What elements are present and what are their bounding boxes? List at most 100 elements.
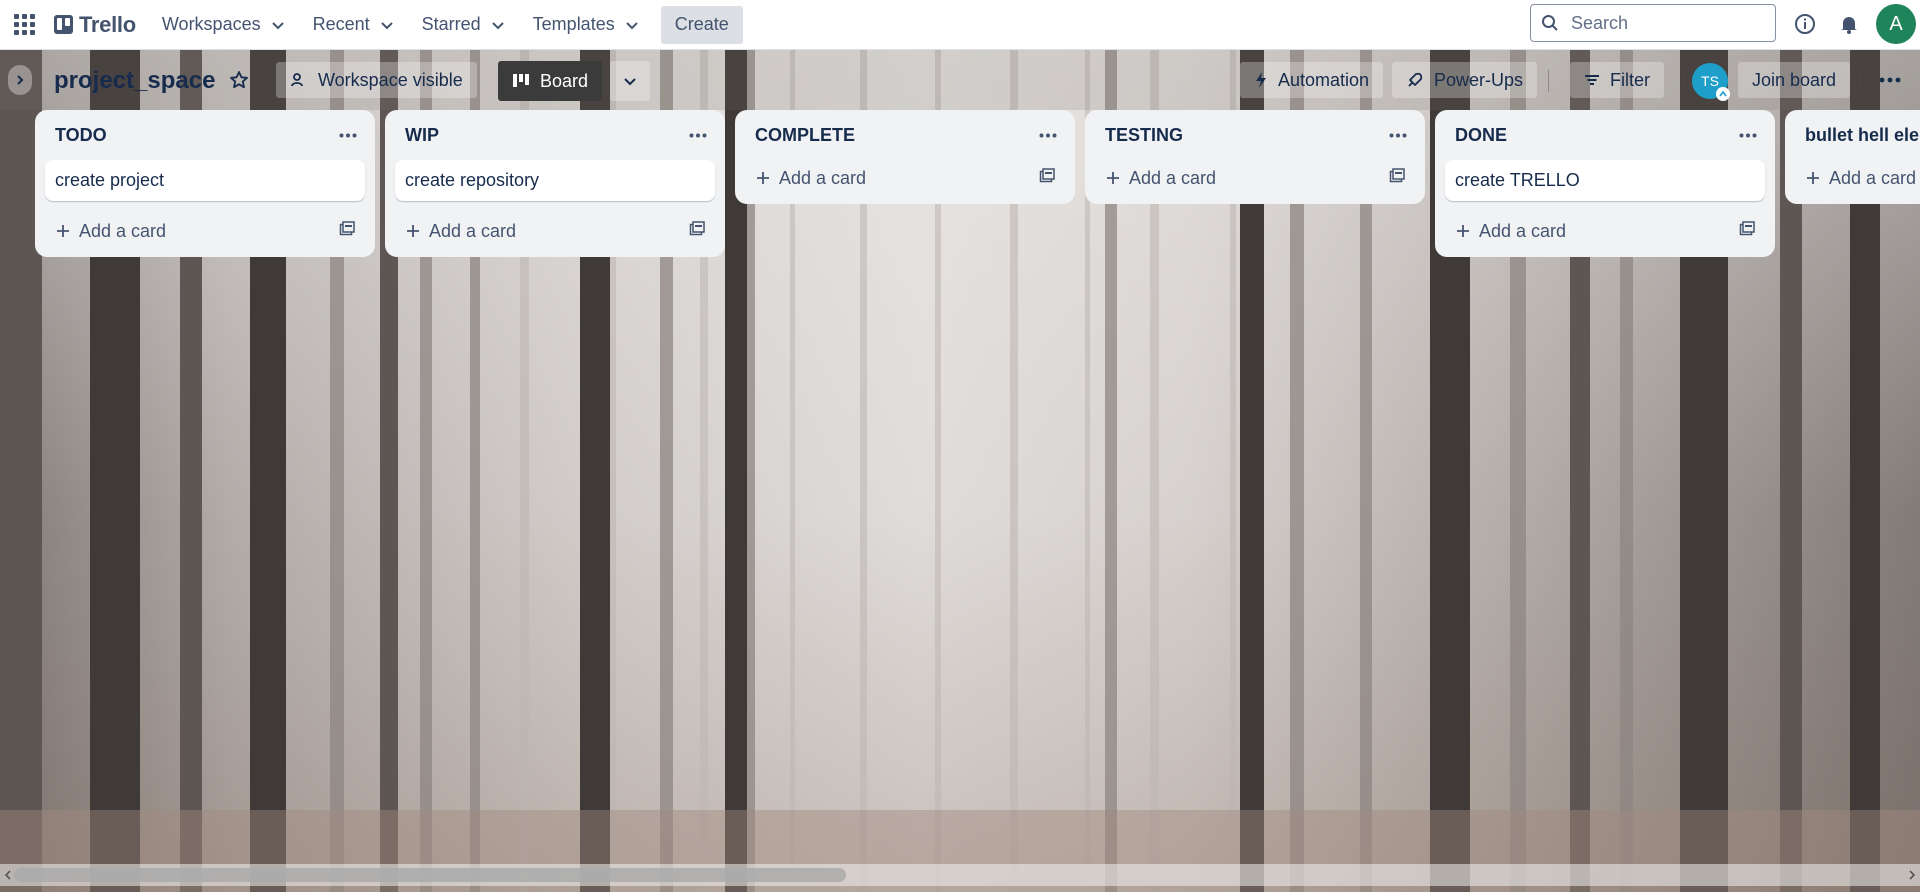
trello-logo-icon: [54, 15, 73, 34]
list-bullet-hell[interactable]: bullet hell elem Add a card: [1785, 110, 1920, 204]
list-actions-button[interactable]: [683, 120, 713, 150]
chevron-right-icon: [17, 75, 24, 85]
board-view-button[interactable]: Board: [498, 61, 603, 101]
nav-recent-label: Recent: [312, 14, 370, 34]
list-title[interactable]: DONE: [1455, 125, 1507, 146]
add-card-button[interactable]: Add a card: [1105, 168, 1216, 189]
top-navigation-bar: Trello Workspaces Recent Starred Templat…: [0, 0, 1920, 50]
list-actions-button[interactable]: [1733, 120, 1763, 150]
search-icon: [1542, 15, 1558, 31]
board-view-label: Board: [540, 70, 589, 91]
search-input[interactable]: [1569, 11, 1763, 35]
scroll-right-arrow-icon[interactable]: [1906, 868, 1918, 882]
add-card-button[interactable]: Add a card: [1805, 168, 1916, 189]
list-title[interactable]: TESTING: [1105, 125, 1183, 146]
join-board-button[interactable]: Join board: [1738, 62, 1851, 98]
create-from-template-icon[interactable]: [1039, 167, 1055, 189]
create-button[interactable]: Create: [660, 5, 743, 44]
notifications-bell-icon[interactable]: [1836, 11, 1862, 37]
automation-label: Automation: [1278, 69, 1370, 90]
scroll-left-arrow-icon[interactable]: [2, 868, 14, 882]
star-board-button[interactable]: [224, 62, 254, 98]
more-horizontal-icon: [689, 133, 707, 137]
list-testing[interactable]: TESTING Add a card: [1085, 110, 1425, 204]
filter-icon: [1584, 73, 1600, 87]
automation-button[interactable]: Automation: [1240, 62, 1384, 98]
information-icon[interactable]: [1792, 11, 1818, 37]
board-header: project_space Workspace visible Board Au…: [0, 50, 1920, 110]
create-from-template-icon[interactable]: [1389, 167, 1405, 189]
list-clip: bullet hell elem Add a card: [1785, 110, 1920, 210]
chevron-down-icon: [624, 78, 636, 86]
people-icon: [290, 71, 308, 89]
plus-icon: [1457, 225, 1469, 237]
nav-starred[interactable]: Starred: [412, 9, 515, 41]
scrollbar-thumb[interactable]: [14, 868, 846, 882]
rocket-icon: [1406, 71, 1424, 89]
filter-button[interactable]: Filter: [1570, 62, 1664, 98]
more-horizontal-icon: [1039, 133, 1057, 137]
plus-icon: [57, 225, 69, 237]
power-ups-label: Power-Ups: [1434, 69, 1524, 90]
header-divider: [1548, 70, 1549, 92]
more-horizontal-icon: [1879, 77, 1901, 83]
brand-name: Trello: [79, 11, 136, 37]
list-actions-button[interactable]: [1033, 120, 1063, 150]
sidebar-expand-button[interactable]: [8, 65, 32, 95]
account-avatar[interactable]: A: [1876, 4, 1916, 44]
card[interactable]: create project: [45, 160, 365, 201]
search-box[interactable]: [1530, 4, 1776, 42]
plus-icon: [407, 225, 419, 237]
more-horizontal-icon: [1739, 133, 1757, 137]
nav-templates[interactable]: Templates: [523, 9, 649, 41]
nav-workspaces-label: Workspaces: [161, 14, 261, 34]
card[interactable]: create TRELLO: [1445, 160, 1765, 201]
list-title[interactable]: WIP: [405, 125, 439, 146]
workspace-visible-button[interactable]: Workspace visible: [276, 62, 477, 98]
list-actions-button[interactable]: [1383, 120, 1413, 150]
horizontal-scrollbar[interactable]: [0, 864, 1920, 886]
header-divider: [1856, 70, 1857, 92]
add-card-button[interactable]: Add a card: [405, 221, 516, 242]
add-card-button[interactable]: Add a card: [1455, 221, 1566, 242]
add-card-label: Add a card: [1479, 220, 1567, 241]
nav-starred-label: Starred: [421, 14, 481, 34]
create-from-template-icon[interactable]: [1739, 220, 1755, 242]
lightning-icon: [1254, 71, 1268, 89]
chevron-down-icon: [491, 21, 504, 29]
visibility-label: Workspace visible: [318, 69, 463, 90]
filter-label: Filter: [1610, 69, 1650, 90]
list-title[interactable]: COMPLETE: [755, 125, 855, 146]
add-card-label: Add a card: [779, 167, 867, 188]
board-menu-button[interactable]: [1868, 62, 1912, 98]
plus-icon: [1107, 172, 1119, 184]
list-complete[interactable]: COMPLETE Add a card: [735, 110, 1075, 204]
create-from-template-icon[interactable]: [339, 220, 355, 242]
add-card-label: Add a card: [1829, 167, 1917, 188]
chevron-down-icon: [271, 21, 284, 29]
nav-workspaces[interactable]: Workspaces: [152, 9, 295, 41]
plus-icon: [757, 172, 769, 184]
list-wip[interactable]: WIP create repository Add a card: [385, 110, 725, 257]
header-divider: [1680, 70, 1681, 92]
switch-views-button[interactable]: [610, 61, 650, 101]
app-switcher-icon[interactable]: [14, 13, 36, 36]
list-done[interactable]: DONE create TRELLO Add a card: [1435, 110, 1775, 257]
add-card-button[interactable]: Add a card: [755, 168, 866, 189]
list-actions-button[interactable]: [333, 120, 363, 150]
list-title[interactable]: TODO: [55, 125, 107, 146]
power-ups-button[interactable]: Power-Ups: [1392, 62, 1538, 98]
add-card-button[interactable]: Add a card: [55, 221, 166, 242]
list-todo[interactable]: TODO create project Add a card: [35, 110, 375, 257]
list-title[interactable]: bullet hell elem: [1805, 125, 1920, 146]
more-horizontal-icon: [1389, 133, 1407, 137]
nav-recent[interactable]: Recent: [303, 9, 404, 41]
board-title[interactable]: project_space: [54, 67, 215, 95]
chevron-down-icon: [380, 21, 393, 29]
trello-logo[interactable]: Trello: [54, 12, 136, 38]
admin-badge-icon: [1716, 87, 1730, 101]
join-board-label: Join board: [1752, 69, 1837, 90]
card[interactable]: create repository: [395, 160, 715, 201]
create-from-template-icon[interactable]: [689, 220, 705, 242]
plus-icon: [1807, 172, 1819, 184]
